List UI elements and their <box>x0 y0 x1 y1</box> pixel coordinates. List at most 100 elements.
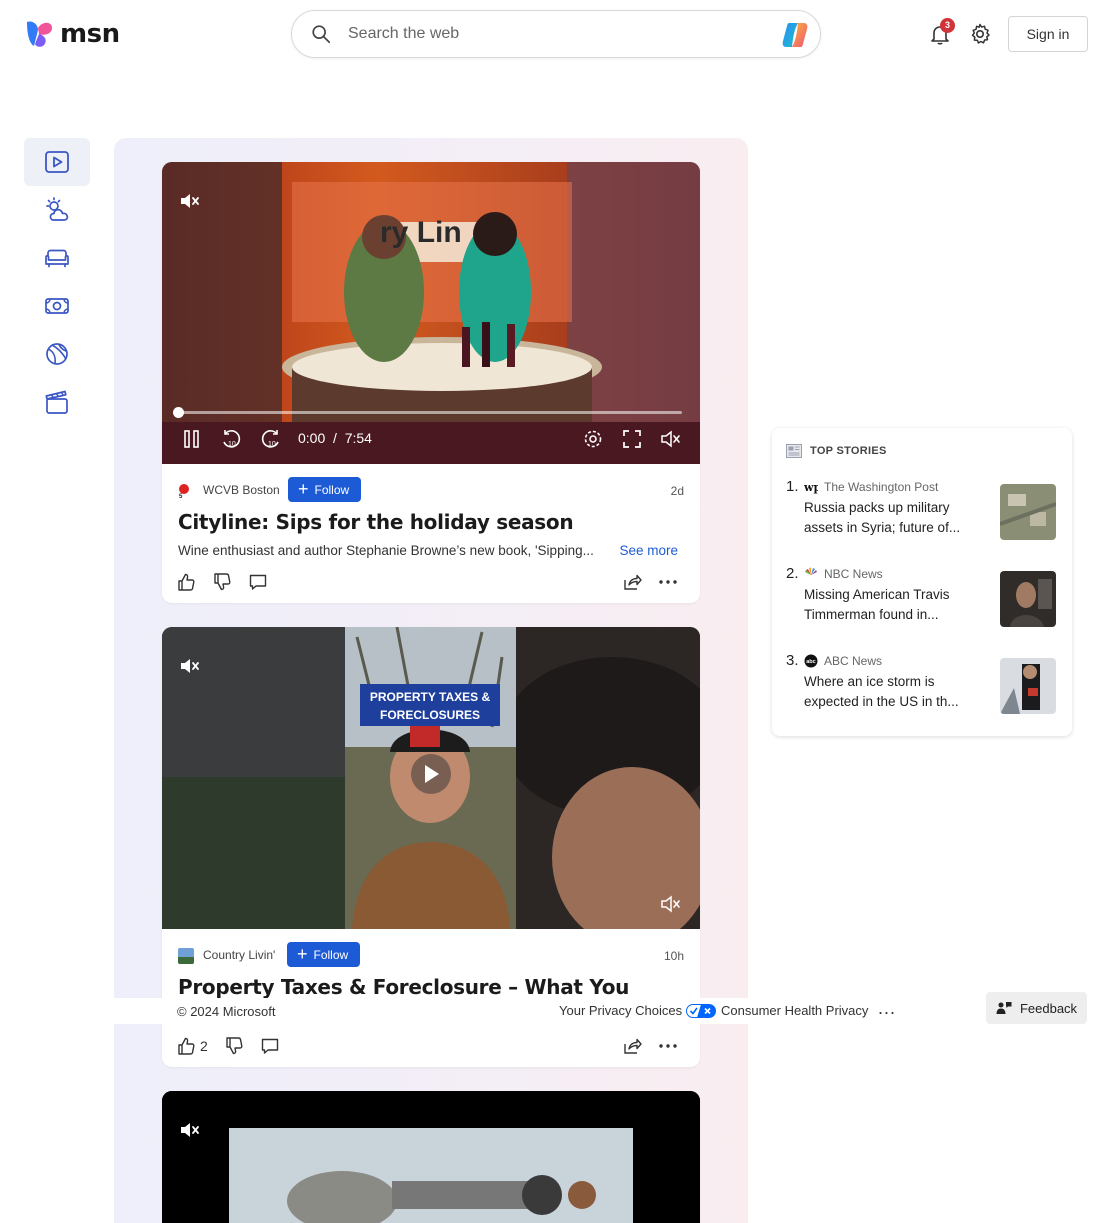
top-stories-title: TOP STORIES <box>810 445 887 457</box>
story-title[interactable]: Missing American Travis Timmerman found … <box>804 585 976 625</box>
share-icon[interactable] <box>622 572 642 592</box>
time-current: 0:00 <box>298 430 326 446</box>
video-progress-bar[interactable] <box>173 407 682 418</box>
top-stories-widget: TOP STORIES 1. wp The Washington Post Ru… <box>772 428 1072 736</box>
story-title[interactable]: Russia packs up military assets in Syria… <box>804 498 976 538</box>
story-item[interactable]: 3. abc ABC News Where an ice storm is ex… <box>786 652 1058 722</box>
privacy-choices-link[interactable]: Your Privacy Choices <box>559 1003 717 1018</box>
wcvb-logo-icon: 5 <box>178 483 194 499</box>
rail-item-home[interactable] <box>24 234 90 282</box>
search-icon[interactable] <box>310 23 332 45</box>
volume-mute-icon[interactable] <box>659 893 681 915</box>
like-icon[interactable] <box>176 1036 196 1056</box>
search-input[interactable] <box>348 25 768 43</box>
story-source-name: The Washington Post <box>824 480 939 494</box>
more-options-icon[interactable] <box>658 572 678 592</box>
video-player[interactable] <box>162 1091 700 1223</box>
feedback-button[interactable]: Feedback <box>986 992 1087 1024</box>
card-source-row: 5 WCVB Boston + Follow 2d <box>162 464 700 514</box>
search-bar[interactable] <box>291 10 821 58</box>
msn-logo[interactable]: msn <box>24 18 120 50</box>
follow-label: Follow <box>313 947 349 962</box>
source-name[interactable]: Country Livin' <box>203 948 275 962</box>
follow-button[interactable]: + Follow <box>288 477 362 502</box>
video-player[interactable]: ry Lin 10 10 0:00 / 7:54 <box>162 162 700 464</box>
country-livin-logo-icon <box>178 948 194 964</box>
video-card[interactable] <box>162 1091 700 1223</box>
nbc-news-logo-icon <box>804 567 818 581</box>
story-title[interactable]: Where an ice storm is expected in the US… <box>804 672 976 712</box>
story-source: NBC News <box>804 567 883 581</box>
video-controls: 10 10 0:00 / 7:54 <box>162 394 700 464</box>
video-player[interactable]: PROPERTY TAXES & FORECLOSURES <box>162 627 700 929</box>
story-item[interactable]: 2. NBC News Missing American Travis Timm… <box>786 565 1058 635</box>
copilot-icon[interactable] <box>780 20 810 50</box>
rail-item-entertainment[interactable] <box>24 378 90 426</box>
video-overlay-line1: PROPERTY TAXES & <box>370 690 491 704</box>
left-nav-rail <box>24 138 90 426</box>
comment-icon[interactable] <box>248 572 268 592</box>
video-icon <box>45 151 69 173</box>
story-thumbnail[interactable] <box>1000 658 1056 714</box>
video-card[interactable]: ry Lin 10 10 0:00 / 7:54 5 WCVB Boston +… <box>162 162 700 603</box>
story-thumbnail[interactable] <box>1000 571 1056 627</box>
mute-icon[interactable] <box>178 655 200 677</box>
newspaper-icon <box>786 444 802 458</box>
plus-icon: + <box>297 943 308 964</box>
video-frame-machine <box>162 1091 700 1223</box>
story-number: 1. <box>786 478 799 495</box>
msn-butterfly-icon <box>27 21 52 47</box>
dislike-icon[interactable] <box>212 572 232 592</box>
see-more-link[interactable]: See more <box>619 543 678 558</box>
rail-item-video[interactable] <box>24 138 90 186</box>
video-settings-icon[interactable] <box>582 428 604 450</box>
video-overlay-text: ry Lin <box>380 216 462 249</box>
follow-label: Follow <box>314 482 350 497</box>
washington-post-logo-icon: wp <box>804 481 818 494</box>
story-source-name: NBC News <box>824 567 883 581</box>
time-separator: / <box>333 430 337 446</box>
feedback-label: Feedback <box>1019 1000 1078 1016</box>
clapperboard-icon <box>45 390 68 414</box>
post-age: 10h <box>663 949 684 963</box>
video-time: 0:00 / 7:54 <box>298 430 372 446</box>
abc-news-logo-icon: abc <box>804 654 818 668</box>
share-icon[interactable] <box>622 1036 642 1056</box>
card-title[interactable]: Cityline: Sips for the holiday season <box>178 510 574 534</box>
fullscreen-icon[interactable] <box>621 428 643 450</box>
card-source-row: Country Livin' + Follow 10h <box>162 929 700 979</box>
volume-mute-icon[interactable] <box>659 428 681 450</box>
svg-text:10: 10 <box>268 441 276 448</box>
forward-10-icon[interactable]: 10 <box>260 428 282 450</box>
mute-icon[interactable] <box>178 190 200 212</box>
time-total: 7:54 <box>344 430 372 446</box>
settings-gear-icon[interactable] <box>968 22 992 46</box>
source-name[interactable]: WCVB Boston <box>203 483 280 497</box>
rewind-10-icon[interactable]: 10 <box>220 428 242 450</box>
svg-text:10: 10 <box>228 441 236 448</box>
pause-icon[interactable] <box>181 428 203 450</box>
story-number: 3. <box>786 652 799 669</box>
sign-in-button[interactable]: Sign in <box>1008 16 1088 52</box>
page-footer: © 2024 Microsoft Your Privacy Choices Co… <box>114 998 910 1024</box>
rail-item-sports[interactable] <box>24 330 90 378</box>
follow-button[interactable]: + Follow <box>287 942 361 967</box>
story-item[interactable]: 1. wp The Washington Post Russia packs u… <box>786 478 1058 548</box>
rail-item-money[interactable] <box>24 282 90 330</box>
story-number: 2. <box>786 565 799 582</box>
mute-icon[interactable] <box>178 1119 200 1141</box>
rail-item-weather[interactable] <box>24 186 90 234</box>
like-count: 2 <box>200 1038 208 1054</box>
story-thumbnail[interactable] <box>1000 484 1056 540</box>
money-icon <box>45 298 69 314</box>
dislike-icon[interactable] <box>224 1036 244 1056</box>
plus-icon: + <box>298 478 309 499</box>
like-icon[interactable] <box>176 572 196 592</box>
footer-more-button[interactable]: ... <box>878 998 896 1019</box>
story-source: abc ABC News <box>804 654 882 668</box>
progress-knob[interactable] <box>173 407 184 418</box>
consumer-health-privacy-link[interactable]: Consumer Health Privacy <box>721 1003 868 1018</box>
more-options-icon[interactable] <box>658 1036 678 1056</box>
privacy-choices-label: Your Privacy Choices <box>559 1003 683 1018</box>
comment-icon[interactable] <box>260 1036 280 1056</box>
